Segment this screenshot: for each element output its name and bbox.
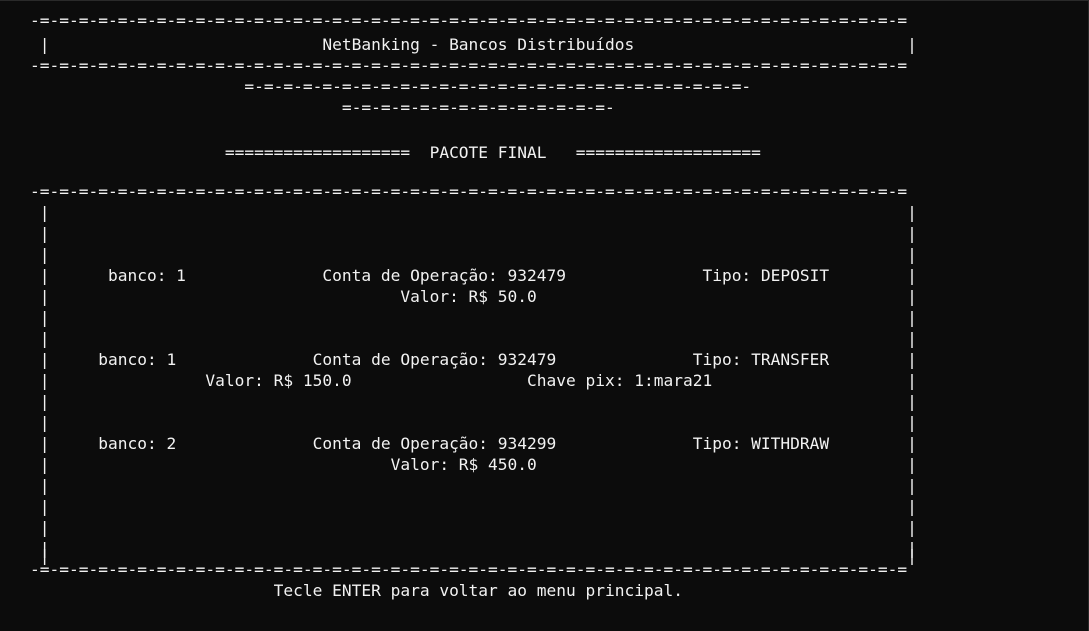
title-border: -=-=-=-=-=-=-=-=-=-=-=-=-=-=-=-=-=-=-=-=… (30, 56, 908, 75)
transaction-2-value: | Valor: R$ 150.0 Chave pix: 1:mara21 | (30, 371, 917, 390)
app-title: | NetBanking - Bancos Distribuídos | (30, 35, 917, 54)
box-empty-row: | | (30, 245, 917, 264)
top-border: -=-=-=-=-=-=-=-=-=-=-=-=-=-=-=-=-=-=-=-=… (30, 11, 908, 30)
box-bottom-border: -=-=-=-=-=-=-=-=-=-=-=-=-=-=-=-=-=-=-=-=… (30, 560, 908, 579)
enter-prompt: Tecle ENTER para voltar ao menu principa… (30, 581, 683, 600)
decorative-divider: =-=-=-=-=-=-=-=-=-=-=-=-=-=-=-=-=-=-=-=-… (30, 77, 752, 96)
transaction-1-value: | Valor: R$ 50.0 | (30, 287, 917, 306)
transaction-3-value: | Valor: R$ 450.0 | (30, 455, 917, 474)
box-empty-row: | | (30, 203, 917, 222)
box-empty-row: | | (30, 392, 917, 411)
box-empty-row: | | (30, 308, 917, 327)
box-empty-row: | | (30, 224, 917, 243)
decorative-divider: =-=-=-=-=-=-=-=-=-=-=-=-=-=- (30, 98, 615, 117)
transaction-3-header: | banco: 2 Conta de Operação: 934299 Tip… (30, 434, 917, 453)
box-top-border: -=-=-=-=-=-=-=-=-=-=-=-=-=-=-=-=-=-=-=-=… (30, 182, 908, 201)
box-empty-row: | | (30, 329, 917, 348)
section-heading: =================== PACOTE FINAL =======… (30, 143, 761, 162)
window-border-top (0, 0, 1089, 1)
box-empty-row: | | (30, 476, 917, 495)
box-empty-row: | | (30, 413, 917, 432)
box-empty-row: | | (30, 497, 917, 516)
transaction-1-header: | banco: 1 Conta de Operação: 932479 Tip… (30, 266, 917, 285)
box-empty-row: | | (30, 518, 917, 537)
transaction-2-header: | banco: 1 Conta de Operação: 932479 Tip… (30, 350, 917, 369)
